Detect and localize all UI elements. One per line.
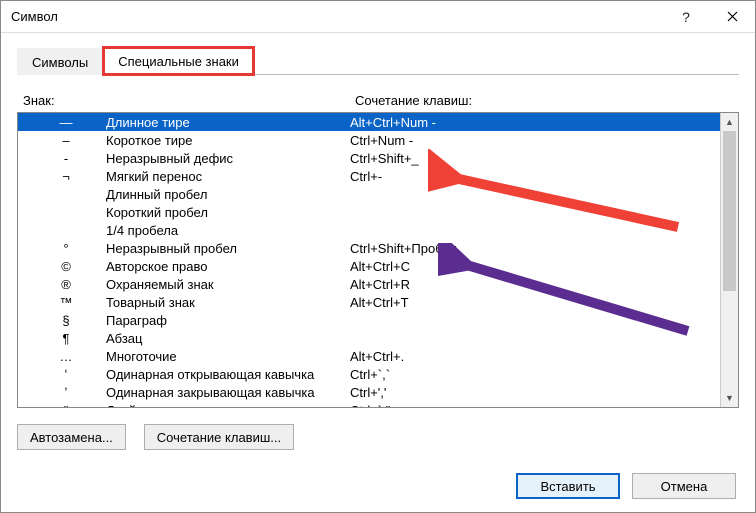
char-symbol: © [26,259,106,274]
list-item[interactable]: ¶Абзац [18,329,720,347]
char-shortcut: Ctrl+',' [350,385,720,400]
shortcut-key-button[interactable]: Сочетание клавиш... [144,424,294,450]
tab-special-characters[interactable]: Специальные знаки [103,47,254,75]
char-shortcut: Alt+Ctrl+C [350,259,720,274]
header-shortcut: Сочетание клавиш: [355,93,733,108]
char-shortcut: Ctrl+- [350,169,720,184]
char-name: Авторское право [106,259,350,274]
char-symbol: ¶ [26,331,106,346]
char-name: Охраняемый знак [106,277,350,292]
dialog-footer: Вставить Отмена [516,473,736,499]
list-item[interactable]: -Неразрывный дефисCtrl+Shift+_ [18,149,720,167]
char-name: Одинарная закрывающая кавычка [106,385,350,400]
list-item[interactable]: Длинный пробел [18,185,720,203]
window-title: Символ [11,9,663,24]
scroll-down-icon[interactable]: ▼ [721,389,738,407]
autocorrect-button[interactable]: Автозамена... [17,424,126,450]
list-item[interactable]: ©Авторское правоAlt+Ctrl+C [18,257,720,275]
list-item[interactable]: ʼОдинарная закрывающая кавычкаCtrl+',' [18,383,720,401]
header-char: Знак: [23,93,355,108]
column-headers: Знак: Сочетание клавиш: [17,93,739,108]
special-chars-listbox[interactable]: —Длинное тиреAlt+Ctrl+Num -–Короткое тир… [17,112,739,408]
char-symbol: ¬ [26,169,106,184]
char-name: Длинное тире [106,115,350,130]
char-name: Одинарная открывающая кавычка [106,367,350,382]
char-name: Длинный пробел [106,187,350,202]
char-symbol: … [26,349,106,364]
char-shortcut: Ctrl+Shift+Пробел [350,241,720,256]
help-button[interactable]: ? [663,1,709,33]
char-symbol: ™ [26,295,106,310]
list-item[interactable]: ʻОдинарная открывающая кавычкаCtrl+`,` [18,365,720,383]
list-item[interactable]: Короткий пробел [18,203,720,221]
scroll-up-icon[interactable]: ▲ [721,113,738,131]
titlebar: Символ ? [1,1,755,33]
char-shortcut: Ctrl+Shift+_ [350,151,720,166]
char-symbol: " [26,403,106,408]
scroll-thumb[interactable] [723,131,736,291]
char-symbol: § [26,313,106,328]
char-name: Неразрывный пробел [106,241,350,256]
char-symbol: ° [26,241,106,256]
lower-buttons: Автозамена... Сочетание клавиш... [17,424,739,450]
list-item[interactable]: "Двойная открывающая кавычкаCtrl+`," [18,401,720,407]
tabstrip: Символы Специальные знаки [17,45,739,75]
insert-button[interactable]: Вставить [516,473,620,499]
char-name: 1/4 пробела [106,223,350,238]
char-name: Двойная открывающая кавычка [106,403,350,408]
char-name: Мягкий перенос [106,169,350,184]
list-item[interactable]: ™Товарный знакAlt+Ctrl+T [18,293,720,311]
char-symbol: — [26,115,106,130]
list-item[interactable]: ¬Мягкий переносCtrl+- [18,167,720,185]
close-icon [727,11,738,22]
list-item[interactable]: 1/4 пробела [18,221,720,239]
scrollbar[interactable]: ▲ ▼ [720,113,738,407]
char-shortcut: Ctrl+Num - [350,133,720,148]
char-shortcut: Ctrl+`,` [350,367,720,382]
char-name: Короткое тире [106,133,350,148]
char-shortcut: Alt+Ctrl+R [350,277,720,292]
char-name: Абзац [106,331,350,346]
char-symbol: ʻ [26,367,106,382]
char-name: Параграф [106,313,350,328]
char-shortcut: Alt+Ctrl+Num - [350,115,720,130]
cancel-button[interactable]: Отмена [632,473,736,499]
list-item[interactable]: –Короткое тиреCtrl+Num - [18,131,720,149]
char-shortcut: Alt+Ctrl+. [350,349,720,364]
char-name: Многоточие [106,349,350,364]
list-item[interactable]: °Неразрывный пробелCtrl+Shift+Пробел [18,239,720,257]
char-shortcut: Alt+Ctrl+T [350,295,720,310]
char-symbol: ® [26,277,106,292]
char-symbol: – [26,133,106,148]
tab-symbols[interactable]: Символы [17,48,103,75]
char-name: Короткий пробел [106,205,350,220]
dialog-content: Символы Специальные знаки Знак: Сочетани… [1,33,755,450]
close-button[interactable] [709,1,755,33]
char-shortcut: Ctrl+`," [350,403,720,408]
char-symbol: ʼ [26,385,106,400]
list-item[interactable]: …МноготочиеAlt+Ctrl+. [18,347,720,365]
list-item[interactable]: —Длинное тиреAlt+Ctrl+Num - [18,113,720,131]
char-name: Неразрывный дефис [106,151,350,166]
list-item[interactable]: §Параграф [18,311,720,329]
char-name: Товарный знак [106,295,350,310]
list-item[interactable]: ®Охраняемый знакAlt+Ctrl+R [18,275,720,293]
char-symbol: - [26,151,106,166]
